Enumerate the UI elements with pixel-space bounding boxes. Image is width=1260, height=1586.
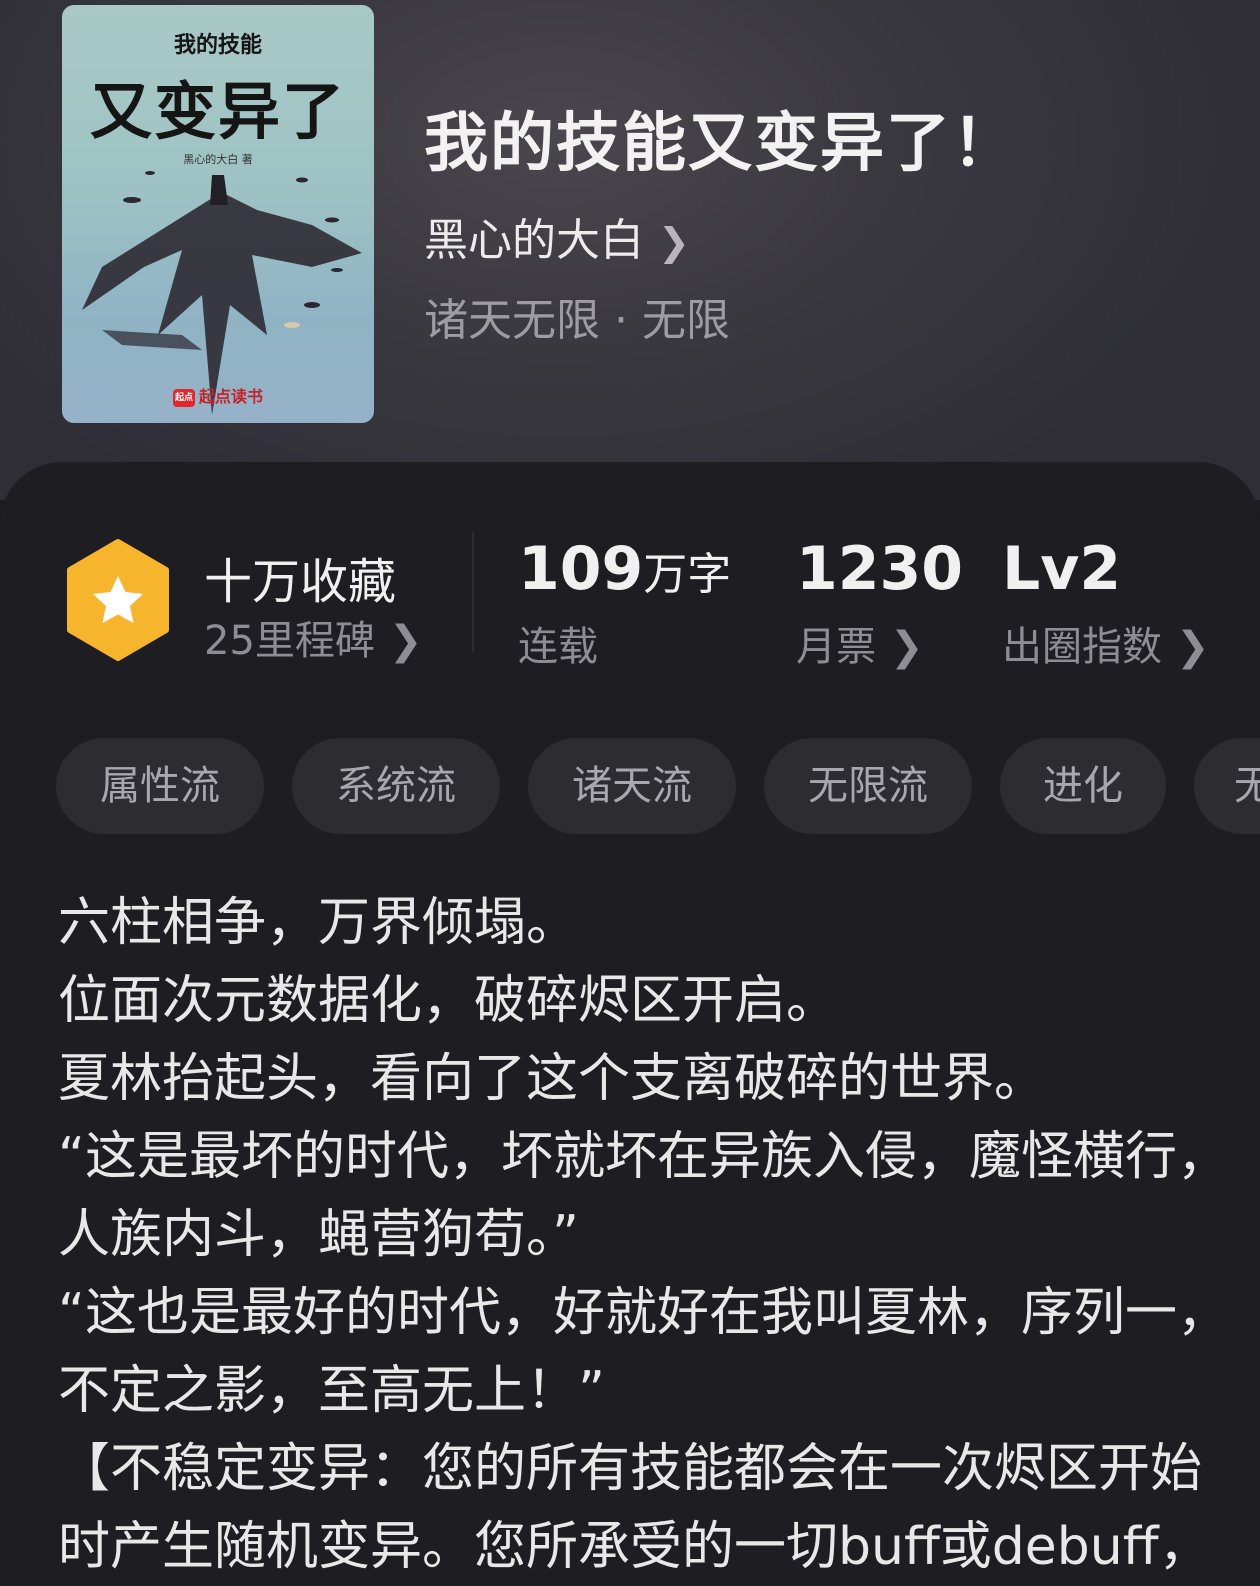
word-count-unit: 万字 [643, 549, 732, 600]
publisher-logo: 起点 起点读书 [62, 383, 374, 407]
description-line: 六柱相争，万界倾塌。 [58, 893, 579, 953]
word-count: 109万字 [518, 534, 731, 604]
cover-title-small: 我的技能 [173, 33, 262, 58]
popularity-index-link[interactable]: 出圈指数 ❯ [1002, 614, 1210, 672]
author-name: 黑心的大白 [424, 215, 644, 266]
chevron-right-icon: ❯ [658, 220, 690, 264]
description-line: 人族内斗，蝇营狗苟。” [58, 1205, 579, 1265]
book-description: 六柱相争，万界倾塌。 位面次元数据化，破碎烬区开启。 夏林抬起头，看向了这个支离… [58, 884, 1229, 1586]
description-line: “这也是最好的时代，好就好在我叫夏林，序列一， [58, 1283, 1229, 1343]
book-header: 我的技能 又变异了 黑心的大白 著 起点 起点读书 我的技能又变异了！ 黑心的大白… [0, 0, 1260, 500]
popularity-level: Lv2 [1002, 534, 1122, 604]
serial-status: 连载 [518, 624, 598, 670]
milestone-link[interactable]: 25里程碑 ❯ [204, 608, 422, 666]
tag-chip[interactable]: 进化 [1000, 738, 1166, 834]
monthly-ticket-label: 月票 [796, 624, 876, 670]
word-count-number: 109 [518, 534, 644, 604]
tag-chip[interactable]: 属性流 [56, 738, 264, 834]
description-line: 位面次元数据化，破碎烬区开启。 [58, 971, 839, 1031]
book-cover[interactable]: 我的技能 又变异了 黑心的大白 著 起点 起点读书 [62, 5, 374, 423]
book-title: 我的技能又变异了！ [424, 106, 1018, 181]
stats-divider [472, 532, 474, 652]
book-genre: 诸天无限 · 无限 [424, 295, 730, 346]
description-line: 夏林抬起头，看向了这个支离破碎的世界。 [58, 1049, 1047, 1109]
favorites-star-badge-icon [67, 539, 169, 661]
description-line: “这是最坏的时代，坏就坏在异族入侵，魔怪横行， [58, 1127, 1229, 1187]
tag-chip[interactable]: 系统流 [292, 738, 500, 834]
tag-chip[interactable]: 诸天流 [528, 738, 736, 834]
description-line: 不定之影，至高无上！” [58, 1361, 605, 1421]
publisher-logo-icon: 起点 [172, 388, 195, 407]
cover-author: 黑心的大白 著 [183, 153, 253, 166]
milestone-text: 25里程碑 [204, 618, 375, 664]
monthly-ticket-count: 1230 [796, 534, 963, 604]
favorites-label: 十万收藏 [204, 554, 397, 610]
chevron-right-icon: ❯ [1176, 624, 1210, 670]
monthly-ticket-link[interactable]: 月票 ❯ [796, 614, 924, 672]
description-line: 【不稳定变异：您的所有技能都会在一次烬区开始 [58, 1439, 1203, 1499]
tag-chip[interactable]: 无限流 [764, 738, 972, 834]
chevron-right-icon: ❯ [890, 624, 924, 670]
description-line: 时产生随机变异。您所承受的一切buff或debuff， [58, 1517, 1211, 1577]
cover-title-big: 又变异了 [89, 75, 346, 148]
author-link[interactable]: 黑心的大白 ❯ [424, 204, 690, 268]
popularity-index-label: 出圈指数 [1002, 624, 1162, 670]
chevron-right-icon: ❯ [388, 618, 423, 664]
publisher-logo-text: 起点读书 [198, 387, 263, 406]
